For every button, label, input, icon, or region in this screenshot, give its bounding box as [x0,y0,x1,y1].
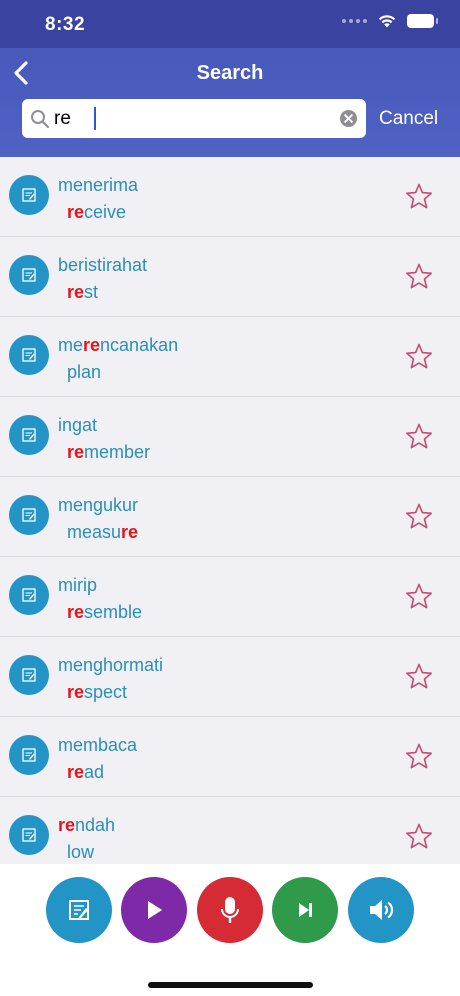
result-row[interactable]: mengukur measure [0,477,460,557]
result-word: ingat [58,415,98,435]
status-time: 8:32 [45,14,86,35]
cancel-button[interactable]: Cancel [379,108,438,130]
favorite-star-icon[interactable] [404,582,434,612]
battery-icon [407,13,438,28]
match-highlight: re [67,442,85,462]
search-box[interactable] [22,99,366,138]
result-translation: respect [67,682,128,702]
microphone-icon [221,897,239,923]
flashcard-icon [9,255,49,295]
flashcard-icon [9,655,49,695]
flashcard-icon [9,175,49,215]
play-icon [148,901,162,919]
result-translation: measure [67,522,139,542]
nav-bar: Search [0,48,460,98]
favorite-star-icon[interactable] [404,422,434,452]
result-word: mengukur [58,495,139,515]
result-row[interactable]: rendah low [0,797,460,864]
results-list: menerima receive beristirahat rest meren… [0,157,460,864]
result-translation: resemble [67,602,143,622]
result-row[interactable]: beristirahat rest [0,237,460,317]
wifi-icon [378,15,396,28]
favorite-star-icon[interactable] [404,822,434,852]
result-word: beristirahat [58,255,148,275]
screen: 8:32 Search re Cancel menerima receive b… [0,0,460,996]
skip-button[interactable] [272,877,338,943]
flashcard-icon [9,335,49,375]
result-word: rendah [58,815,116,835]
signal-icon [342,18,367,23]
favorite-star-icon[interactable] [404,342,434,372]
status-indicators [342,13,438,28]
match-highlight: re [121,522,139,542]
result-word: menerima [58,175,139,195]
speaker-icon [370,900,394,920]
search-icon [31,110,50,129]
record-button[interactable] [197,877,263,943]
speaker-button[interactable] [348,877,414,943]
result-translation: receive [67,202,127,222]
favorite-star-icon[interactable] [404,742,434,772]
match-highlight: re [67,202,85,222]
text-caret [94,107,96,130]
match-highlight: re [83,335,101,355]
status-bar: 8:32 [0,0,460,48]
result-word: merencanakan [58,335,179,355]
match-highlight: re [58,815,76,835]
result-translation: low [67,842,95,862]
match-highlight: re [67,602,85,622]
result-row[interactable]: menghormati respect [0,637,460,717]
header: 8:32 Search re Cancel [0,0,460,157]
result-row[interactable]: ingat remember [0,397,460,477]
notes-button[interactable] [46,877,112,943]
skip-next-icon [299,903,312,917]
match-highlight: re [67,282,85,302]
flashcard-icon [9,575,49,615]
result-word: menghormati [58,655,164,675]
result-translation: rest [67,282,99,302]
match-highlight: re [67,682,85,702]
flashcard-icon [9,495,49,535]
flashcard-icon [9,815,49,855]
clear-search-button[interactable] [339,109,358,128]
result-translation: read [67,762,105,782]
match-highlight: re [67,762,85,782]
bottom-toolbar [0,864,460,996]
flashcard-icon [9,415,49,455]
play-button[interactable] [121,877,187,943]
home-indicator [148,982,313,988]
result-translation: plan [67,362,102,382]
favorite-star-icon[interactable] [404,502,434,532]
page-title: Search [196,62,264,84]
result-word: membaca [58,735,138,755]
flashcard-icon [9,735,49,775]
result-translation: remember [67,442,151,462]
favorite-star-icon[interactable] [404,182,434,212]
result-row[interactable]: merencanakan plan [0,317,460,397]
result-row[interactable]: mirip resemble [0,557,460,637]
favorite-star-icon[interactable] [404,662,434,692]
result-row[interactable]: menerima receive [0,157,460,237]
edit-note-icon [69,900,89,920]
result-row[interactable]: membaca read [0,717,460,797]
result-word: mirip [58,575,97,595]
favorite-star-icon[interactable] [404,262,434,292]
